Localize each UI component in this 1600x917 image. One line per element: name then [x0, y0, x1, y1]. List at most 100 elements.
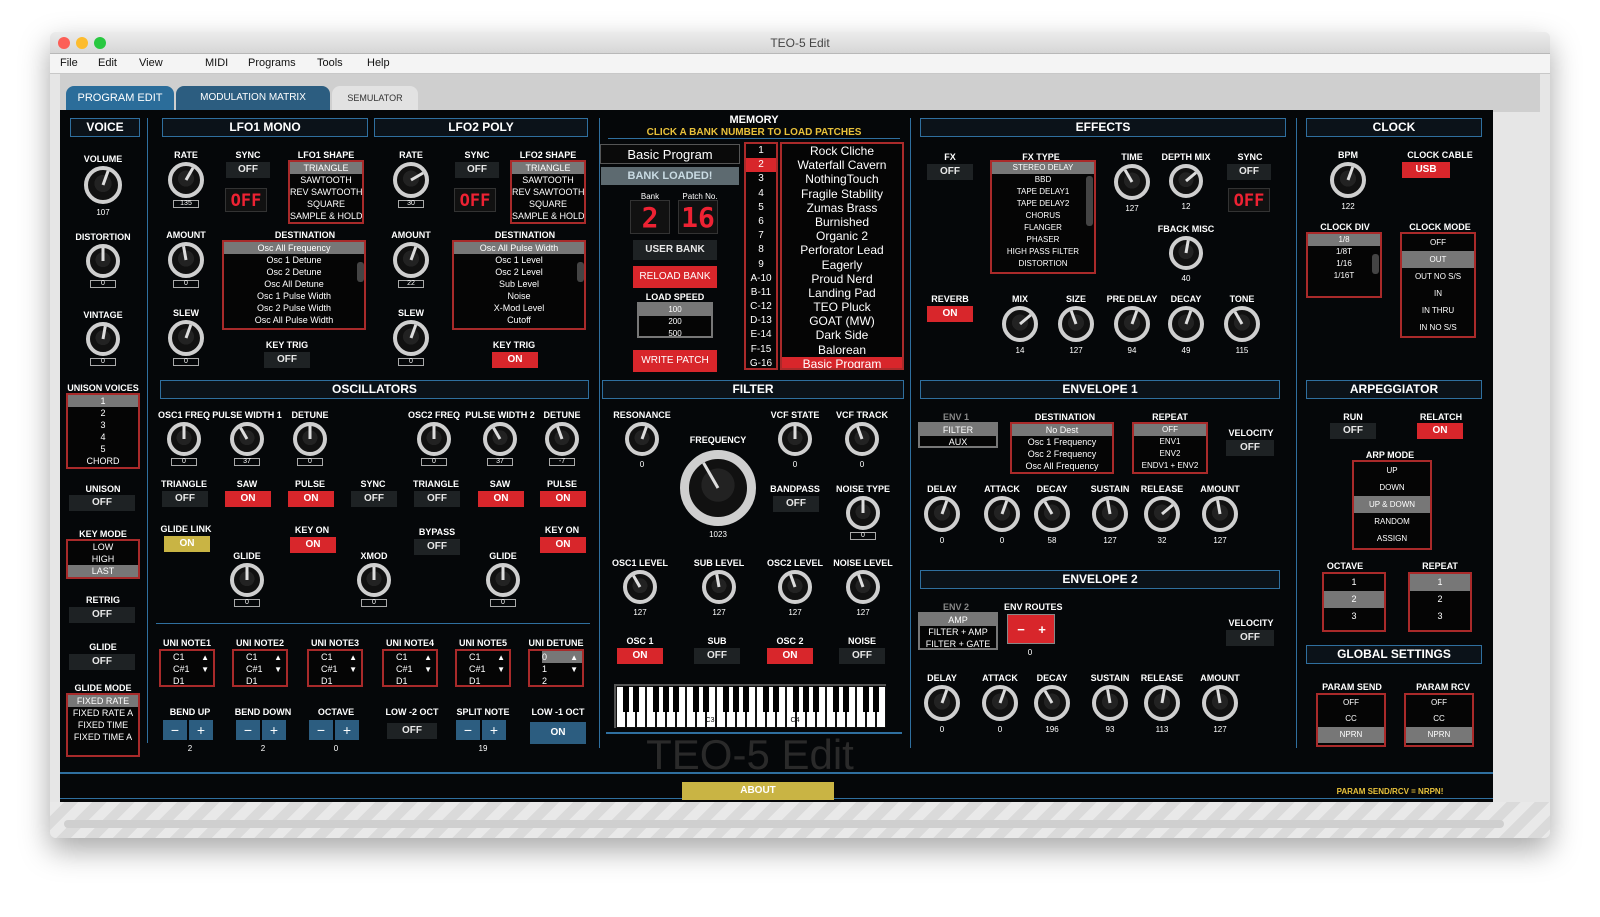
bend-down-minus-button[interactable]: −: [236, 720, 260, 740]
uni-note1-list[interactable]: C1 C#1 D1 ▲ ▼: [159, 649, 215, 687]
list-item[interactable]: LOW: [68, 541, 138, 553]
fx-button[interactable]: OFF: [927, 164, 973, 180]
list-item[interactable]: REV SAWTOOTH: [512, 186, 584, 198]
volume-knob[interactable]: [84, 166, 122, 204]
list-item[interactable]: 3: [746, 172, 776, 186]
list-item[interactable]: DISTORTION: [992, 258, 1094, 270]
split-note-minus-button[interactable]: −: [456, 720, 480, 740]
list-item[interactable]: CHORD: [68, 455, 138, 467]
list-item[interactable]: Dark Side: [782, 328, 902, 342]
list-item[interactable]: 500: [639, 328, 711, 336]
list-item[interactable]: SQUARE: [290, 198, 362, 210]
list-item[interactable]: Fragile Stability: [782, 187, 902, 201]
list-item[interactable]: DOWN: [1354, 479, 1430, 496]
black-key[interactable]: [633, 686, 639, 712]
list-item[interactable]: HIGH: [68, 553, 138, 565]
list-item[interactable]: UP: [1354, 462, 1430, 479]
list-item[interactable]: SQUARE: [512, 198, 584, 210]
env1-sustain-knob[interactable]: [1092, 496, 1128, 532]
fx-type-list[interactable]: STEREO DELAY BBD TAPE DELAY1 TAPE DELAY2 CHO…: [990, 160, 1096, 274]
lfo2-sync-button[interactable]: OFF: [455, 162, 499, 178]
glide-link-button[interactable]: ON: [164, 536, 210, 552]
list-item[interactable]: 1: [1410, 574, 1470, 591]
stepper-arrows-icon[interactable]: ▲ ▼: [349, 652, 357, 676]
list-item[interactable]: 5: [68, 443, 138, 455]
vcf-track-knob[interactable]: [845, 422, 879, 456]
black-key[interactable]: [863, 686, 869, 712]
noise-level-knob[interactable]: [846, 570, 880, 604]
resonance-knob[interactable]: [625, 422, 659, 456]
list-item[interactable]: Osc All Frequency: [1012, 460, 1112, 472]
env-routes-minus-button[interactable]: −: [1011, 622, 1031, 637]
list-item[interactable]: Proud Nerd: [782, 272, 902, 286]
list-item[interactable]: OFF: [1318, 695, 1384, 711]
list-item[interactable]: SAMPLE & HOLD: [512, 210, 584, 222]
list-item[interactable]: OFF: [1406, 695, 1472, 711]
env2-delay-knob[interactable]: [924, 685, 960, 721]
list-item[interactable]: 2: [68, 407, 138, 419]
list-item[interactable]: 1/16T: [1308, 270, 1380, 282]
vintage-knob[interactable]: [86, 322, 120, 356]
about-button[interactable]: ABOUT: [682, 782, 834, 800]
glide-mode-list[interactable]: FIXED RATE FIXED RATE A FIXED TIME FIXED TI…: [66, 693, 140, 757]
list-item[interactable]: Eagerly: [782, 258, 902, 272]
list-item[interactable]: CC: [1406, 711, 1472, 727]
list-item[interactable]: ENDV1 + ENV2: [1134, 460, 1206, 472]
osc-glide-2-knob[interactable]: [486, 563, 520, 597]
env2-velocity-button[interactable]: OFF: [1226, 630, 1274, 646]
env2-release-knob[interactable]: [1144, 685, 1180, 721]
list-item[interactable]: Osc 1 Detune: [224, 254, 364, 266]
list-item[interactable]: D1: [173, 675, 213, 685]
vcf-state-knob[interactable]: [778, 422, 812, 456]
black-key[interactable]: [743, 686, 749, 712]
arp-mode-list[interactable]: UP DOWN UP & DOWN RANDOM ASSIGN: [1352, 460, 1432, 550]
list-item[interactable]: 2: [746, 158, 776, 173]
bypass-button[interactable]: OFF: [414, 539, 460, 555]
bank-number-list[interactable]: 1 2 3 4 5 6 7 8 9 A-10 B-11 C-12 D-13 E-14 F-15 G-16: [744, 142, 778, 370]
lfo2-slew-knob[interactable]: [393, 320, 429, 356]
list-item[interactable]: FILTER + AMP: [920, 626, 996, 638]
env2-target-list[interactable]: AMP FILTER + AMP FILTER + GATE: [918, 612, 998, 650]
list-item[interactable]: IN THRU: [1402, 302, 1474, 319]
list-item[interactable]: Perforator Lead: [782, 243, 902, 257]
osc2-level-knob[interactable]: [778, 570, 812, 604]
list-item[interactable]: AMP: [920, 614, 996, 626]
param-rcv-list[interactable]: OFF CC NPRN: [1404, 693, 1474, 747]
arp-octave-list[interactable]: 123: [1322, 572, 1386, 632]
lfo1-destination-list[interactable]: Osc All Frequency Osc 1 Detune Osc 2 Detun…: [222, 240, 366, 330]
bandpass-button[interactable]: OFF: [773, 496, 819, 512]
reverb-size-knob[interactable]: [1058, 306, 1094, 342]
env2-sustain-knob[interactable]: [1092, 685, 1128, 721]
bend-up-plus-button[interactable]: +: [189, 720, 213, 740]
env2-attack-knob[interactable]: [982, 685, 1018, 721]
list-item[interactable]: LAST: [68, 565, 138, 577]
write-patch-button[interactable]: WRITE PATCH: [633, 350, 717, 372]
list-item[interactable]: FIXED RATE A: [68, 707, 138, 719]
uni-note4-list[interactable]: C1 C#1 D1 ▲ ▼: [382, 649, 438, 687]
lfo1-shape-list[interactable]: TRIANGLE SAWTOOTH REV SAWTOOTH SQUARE SAMPLE…: [288, 160, 364, 224]
list-item[interactable]: 5: [746, 201, 776, 215]
sub-level-knob[interactable]: [702, 570, 736, 604]
list-item[interactable]: 3: [68, 419, 138, 431]
list-item[interactable]: 1: [68, 395, 138, 407]
osc-sync-button[interactable]: OFF: [351, 491, 397, 507]
user-bank-button[interactable]: USER BANK: [633, 240, 717, 260]
list-item[interactable]: OUT NO S/S: [1402, 268, 1474, 285]
list-item[interactable]: Osc 2 Level: [454, 266, 584, 278]
load-speed-list[interactable]: 100 200 500: [637, 302, 713, 338]
list-item[interactable]: Osc 1 Level: [454, 254, 584, 266]
unison-voices-list[interactable]: 1 2 3 4 5 CHORD: [66, 393, 140, 469]
env1-velocity-button[interactable]: OFF: [1226, 440, 1274, 456]
uni-detune-list[interactable]: 0 1 2 ▲ ▼: [528, 649, 584, 687]
osc2-saw-button[interactable]: ON: [478, 491, 524, 507]
black-key[interactable]: [813, 686, 819, 712]
list-item[interactable]: SAWTOOTH: [290, 174, 362, 186]
black-key[interactable]: [873, 686, 879, 712]
osc1-level-knob[interactable]: [623, 570, 657, 604]
osc2-pulse-button[interactable]: ON: [540, 491, 586, 507]
list-item[interactable]: No Dest: [1012, 424, 1112, 436]
black-key[interactable]: [623, 686, 629, 712]
stepper-arrows-icon[interactable]: ▲ ▼: [201, 652, 209, 676]
split-note-plus-button[interactable]: +: [482, 720, 506, 740]
list-item[interactable]: 6: [746, 215, 776, 229]
